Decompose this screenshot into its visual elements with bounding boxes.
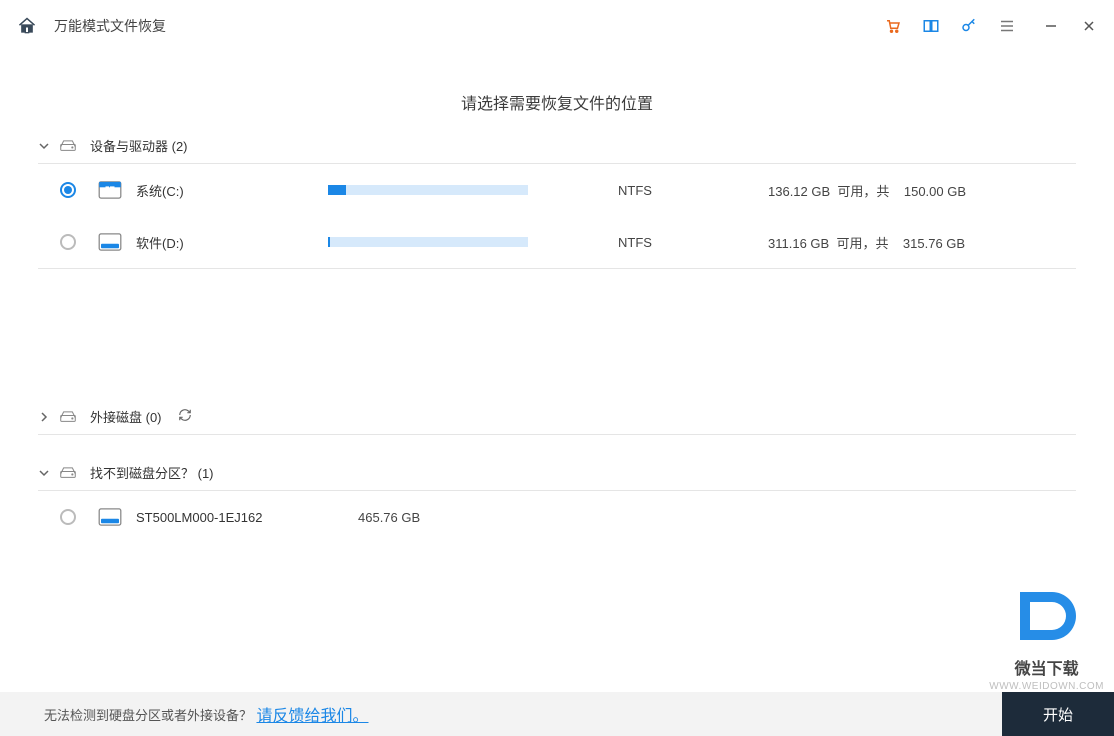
footer-text: 无法检测到硬盘分区或者外接设备？ <box>44 705 252 724</box>
drive-c-size: 136.12 GB 可用，共 150.00 GB <box>768 181 1068 200</box>
drive-d-total: 315.76 GB <box>903 236 965 251</box>
close-button[interactable] <box>1080 17 1098 35</box>
drive-c-progress <box>328 185 618 195</box>
cart-icon[interactable] <box>884 17 902 35</box>
drive-d-name: 软件(D:) <box>128 233 328 252</box>
main-content: 请选择需要恢复文件的位置 设备与驱动器 (2) 系统(C:) <box>0 52 1114 692</box>
feedback-link-text: 请反馈给我们 <box>256 708 352 725</box>
drive-d-fs: NTFS <box>618 235 768 250</box>
windows-drive-icon <box>98 181 122 199</box>
page-heading: 请选择需要恢复文件的位置 <box>0 90 1114 114</box>
section-lost-header[interactable]: 找不到磁盘分区？ (1) <box>38 455 1076 491</box>
drive-c-avail-label: 可用，共 <box>837 184 889 199</box>
window-controls <box>1042 17 1098 35</box>
feedback-link[interactable]: 请反馈给我们。 <box>256 702 368 726</box>
lost-row-0[interactable]: ST500LM000-1EJ162 465.76 GB <box>38 491 1076 543</box>
lost-0-size: 465.76 GB <box>358 510 558 525</box>
drive-list: 系统(C:) NTFS 136.12 GB 可用，共 150.00 GB <box>38 164 1076 269</box>
disk-icon <box>60 409 76 425</box>
section-devices-label: 设备与驱动器 (2) <box>90 136 188 155</box>
section-lost: 找不到磁盘分区？ (1) ST500LM000-1EJ162 465.76 GB <box>0 455 1114 543</box>
key-icon[interactable] <box>960 17 978 35</box>
drive-c-name: 系统(C:) <box>128 181 328 200</box>
radio-lost-0[interactable] <box>38 509 98 525</box>
drive-d-size: 311.16 GB 可用，共 315.76 GB <box>768 233 1068 252</box>
drive-c-free: 136.12 GB <box>768 184 830 199</box>
lost-0-name: ST500LM000-1EJ162 <box>128 510 358 525</box>
disk-drive-icon <box>98 508 122 526</box>
chevron-right-icon <box>38 412 50 422</box>
minimize-button[interactable] <box>1042 17 1060 35</box>
section-lost-label: 找不到磁盘分区？ (1) <box>90 463 214 482</box>
menu-icon[interactable] <box>998 17 1016 35</box>
drive-d-free: 311.16 GB <box>768 236 829 251</box>
footer: 无法检测到硬盘分区或者外接设备？ 请反馈给我们。 开始 <box>0 692 1114 736</box>
refresh-icon[interactable] <box>178 408 192 425</box>
section-external-label: 外接磁盘 (0) <box>90 407 162 426</box>
section-devices-header[interactable]: 设备与驱动器 (2) <box>38 128 1076 164</box>
radio-drive-c[interactable] <box>38 182 98 198</box>
lost-list: ST500LM000-1EJ162 465.76 GB <box>38 491 1076 543</box>
radio-drive-d[interactable] <box>38 234 98 250</box>
drive-d-progress <box>328 237 618 247</box>
drive-row-d[interactable]: 软件(D:) NTFS 311.16 GB 可用，共 315.76 GB <box>38 216 1076 268</box>
titlebar-right <box>884 17 1098 35</box>
section-external-header[interactable]: 外接磁盘 (0) <box>38 399 1076 435</box>
titlebar-left: 万能模式文件恢复 <box>16 15 166 37</box>
start-button[interactable]: 开始 <box>1002 692 1114 736</box>
chevron-down-icon <box>38 141 50 151</box>
titlebar: 万能模式文件恢复 <box>0 0 1114 52</box>
section-external: 外接磁盘 (0) <box>0 399 1114 435</box>
drive-c-fs: NTFS <box>618 183 768 198</box>
chevron-down-icon <box>38 468 50 478</box>
drive-c-total: 150.00 GB <box>904 184 966 199</box>
book-icon[interactable] <box>922 17 940 35</box>
section-devices: 设备与驱动器 (2) 系统(C:) NTFS 136.12 GB 可用，共 <box>0 128 1114 269</box>
app-title: 万能模式文件恢复 <box>54 16 166 36</box>
home-icon[interactable] <box>16 15 38 37</box>
disk-icon <box>60 138 76 154</box>
drive-row-c[interactable]: 系统(C:) NTFS 136.12 GB 可用，共 150.00 GB <box>38 164 1076 216</box>
drive-d-avail-label: 可用，共 <box>836 236 888 251</box>
disk-drive-icon <box>98 233 122 251</box>
disk-icon <box>60 465 76 481</box>
